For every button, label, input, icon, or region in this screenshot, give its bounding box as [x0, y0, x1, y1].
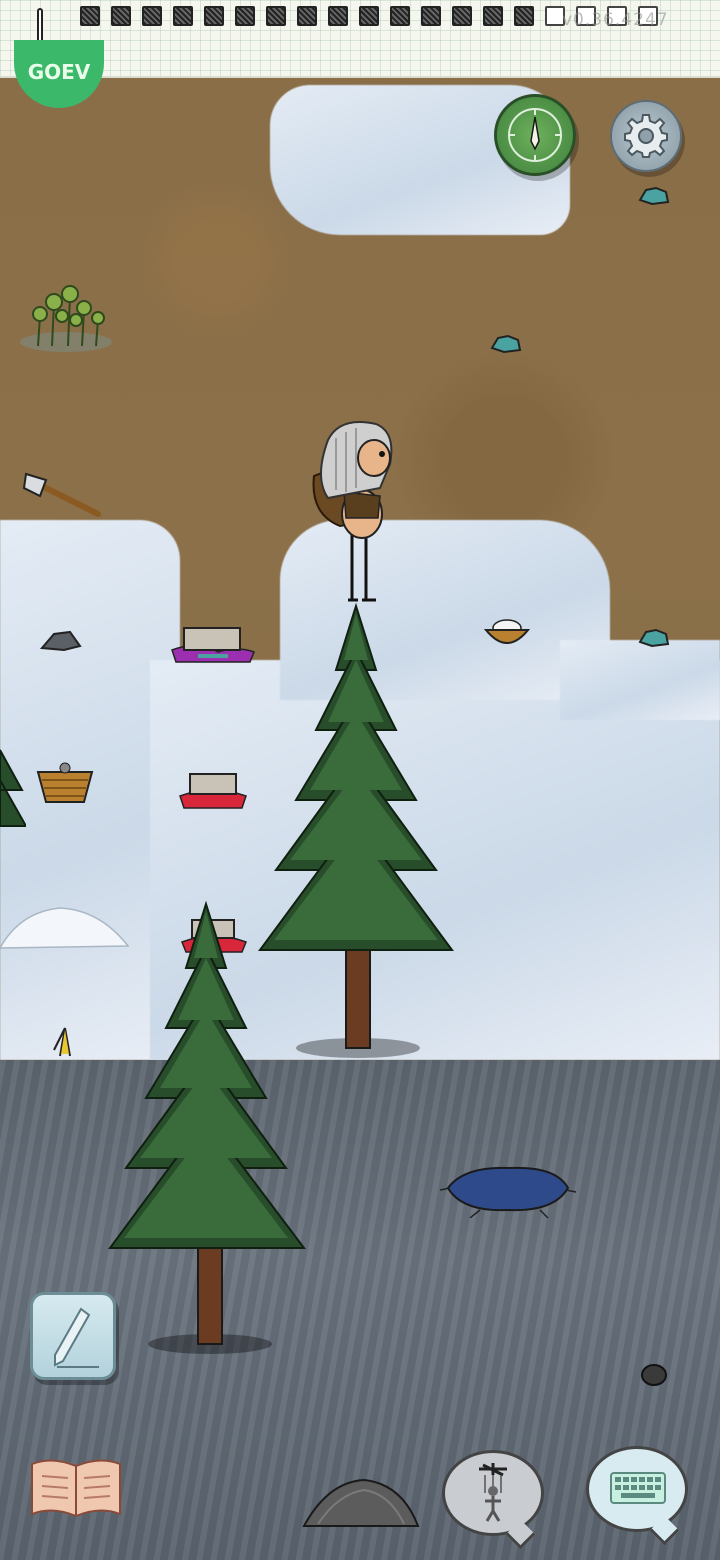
inventory-slot-filled	[142, 6, 162, 26]
inventory-slot-filled	[297, 6, 317, 26]
inventory-slot-filled	[111, 6, 131, 26]
sharp-stone[interactable]	[40, 628, 84, 654]
keyboard-icon	[610, 1472, 666, 1504]
inventory-slot-filled	[266, 6, 286, 26]
inventory-slot-filled	[421, 6, 441, 26]
emote-button[interactable]	[442, 1450, 544, 1536]
inventory-slot-filled	[514, 6, 534, 26]
flint-stone[interactable]	[490, 334, 522, 354]
inventory-slot-filled	[80, 6, 100, 26]
compass-icon	[508, 108, 562, 162]
player-character[interactable]	[300, 418, 400, 608]
inventory-slot-filled	[390, 6, 410, 26]
puppet-icon	[479, 1463, 507, 1522]
recipe-book-button[interactable]	[28, 1454, 124, 1522]
small-rock[interactable]	[640, 1362, 668, 1388]
compass-button[interactable]	[494, 94, 576, 176]
basket-with-eggs[interactable]	[484, 612, 530, 652]
rock-pile[interactable]	[298, 1474, 424, 1532]
empty-basket[interactable]	[34, 758, 96, 808]
inventory-slot-filled	[483, 6, 503, 26]
inventory-slot-filled	[173, 6, 193, 26]
pencil-icon	[54, 1307, 99, 1368]
gear-icon	[624, 114, 668, 158]
purple-cloth-box[interactable]	[168, 622, 258, 666]
flint-stone[interactable]	[638, 628, 670, 648]
pine-tree-edge[interactable]	[0, 740, 26, 840]
snow-field	[560, 640, 720, 720]
inventory-slot-filled	[452, 6, 472, 26]
book-icon	[31, 1459, 121, 1518]
version-label: v0.36.4247	[562, 10, 669, 30]
chat-keyboard-button[interactable]	[586, 1446, 688, 1532]
inventory-slot-filled	[235, 6, 255, 26]
inventory-slot-filled	[204, 6, 224, 26]
flint-stone[interactable]	[638, 186, 670, 206]
pine-tree[interactable]	[100, 898, 320, 1362]
stone-axe[interactable]	[20, 470, 102, 520]
berry-bush[interactable]	[18, 276, 114, 352]
inventory-slot-filled	[359, 6, 379, 26]
ice-hole[interactable]	[440, 1160, 576, 1218]
settings-button[interactable]	[610, 100, 682, 172]
write-note-button[interactable]	[30, 1292, 116, 1380]
red-cloth-box[interactable]	[176, 770, 250, 816]
inventory-slot-filled	[328, 6, 348, 26]
hud-bar: v0.36.4247	[0, 0, 720, 78]
banana-peel[interactable]	[50, 1026, 80, 1060]
